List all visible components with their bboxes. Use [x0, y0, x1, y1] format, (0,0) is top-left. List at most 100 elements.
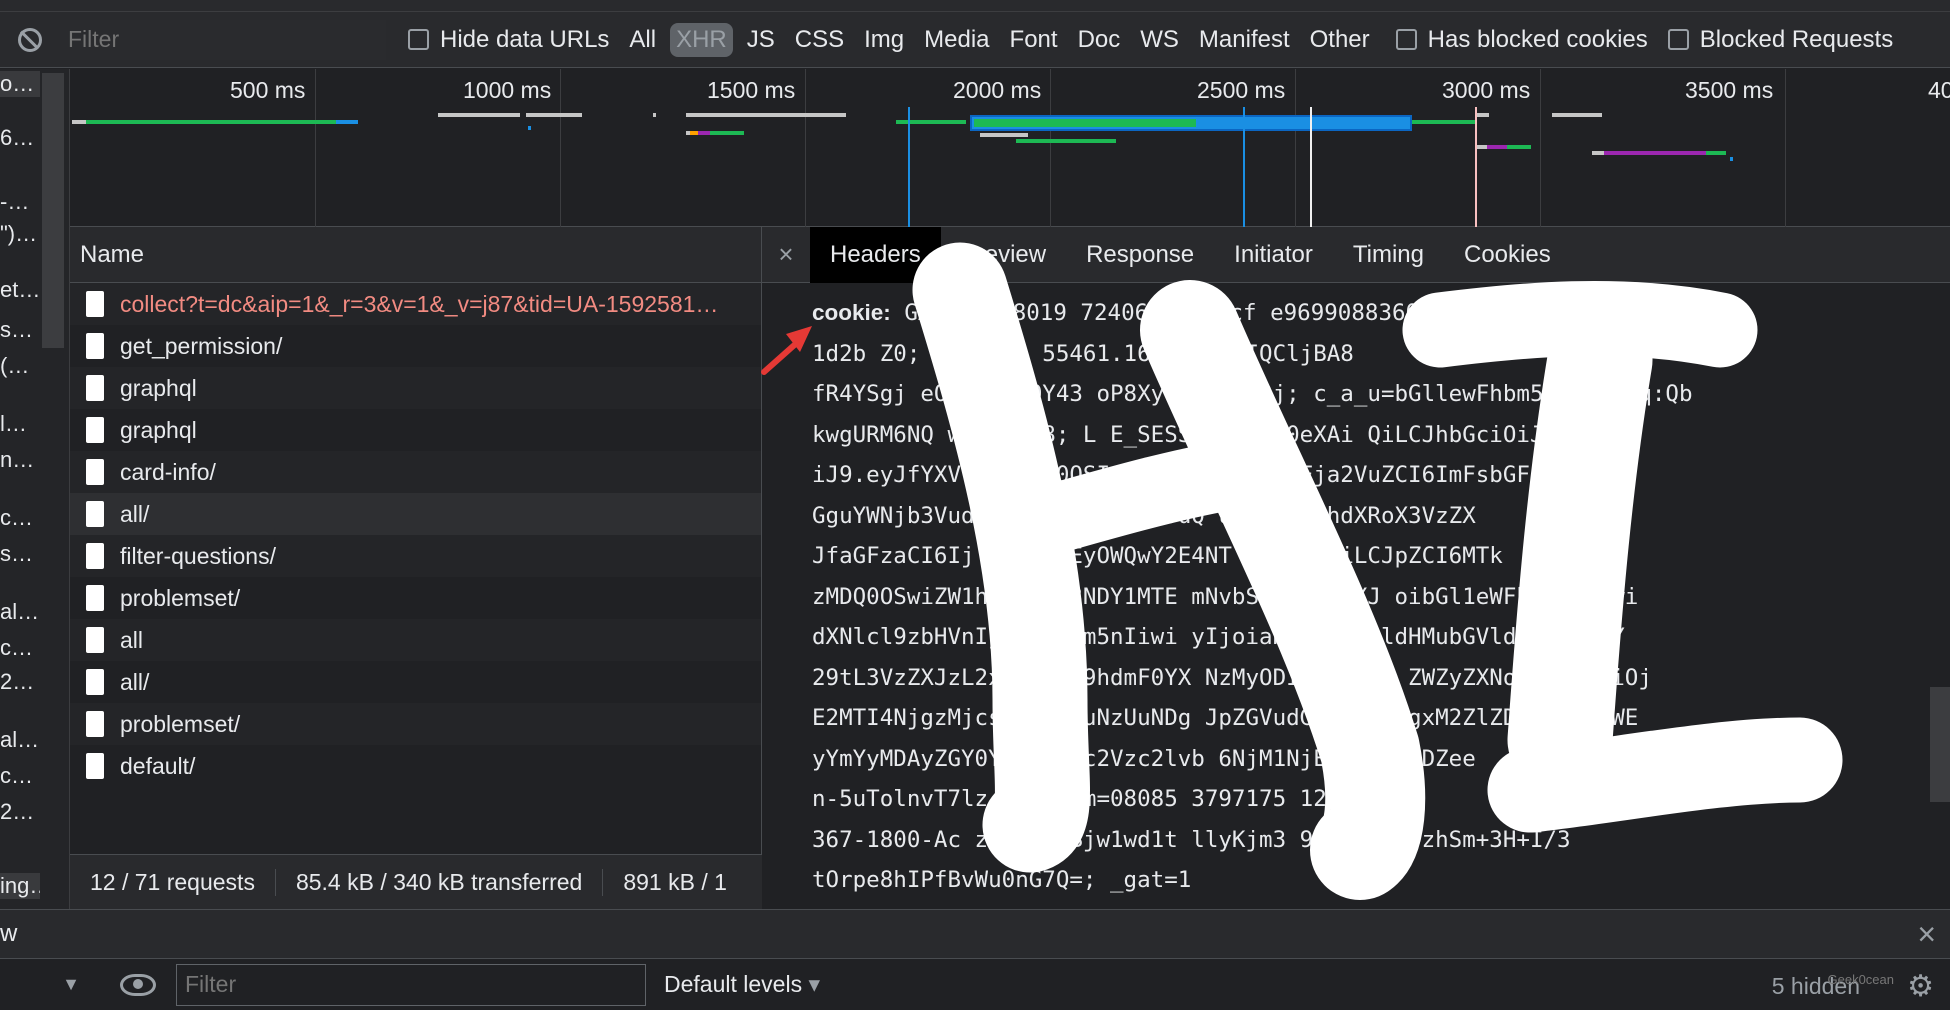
close-icon[interactable]: ×	[762, 239, 810, 270]
left-pane-row[interactable]: c…	[0, 635, 40, 661]
request-list: Name collect?t=dc&aip=1&_r=3&v=1&_v=j87&…	[70, 227, 762, 909]
checkbox-icon[interactable]	[1667, 29, 1689, 50]
file-icon	[86, 711, 104, 737]
timeline-bar	[1706, 151, 1726, 155]
checkbox-icon[interactable]	[1395, 29, 1417, 50]
request-row[interactable]: graphql	[70, 367, 761, 409]
request-row[interactable]: card-info/	[70, 451, 761, 493]
transferred-size: 85.4 kB / 340 kB transferred	[276, 868, 604, 896]
left-pane-row[interactable]: o…	[0, 71, 40, 97]
checkbox-icon[interactable]	[408, 29, 429, 50]
tab-cookies[interactable]: Cookies	[1444, 227, 1571, 283]
timeline-bar	[528, 126, 531, 130]
left-pane-row[interactable]: al…	[0, 599, 40, 625]
tab-preview[interactable]: Preview	[941, 227, 1066, 283]
left-pane-row[interactable]: -…	[0, 189, 40, 215]
network-filter-bar: Hide data URLs All XHR JS CSS Img Media …	[0, 12, 1950, 68]
left-pane-row[interactable]: 2…	[0, 669, 40, 695]
hide-data-urls-checkbox[interactable]: Hide data URLs	[408, 26, 609, 54]
cookie-value-line: iJ9.eyJfYXV VyX2l 0OSIsIl9hdXRoX3Vz Fja2…	[812, 462, 1558, 488]
type-filter-js[interactable]: JS	[747, 26, 775, 54]
console-filter-input[interactable]	[176, 963, 646, 1006]
left-pane-row[interactable]: s…	[0, 317, 40, 343]
left-pane-row[interactable]: (…	[0, 353, 40, 379]
request-row[interactable]: default/	[70, 745, 761, 787]
type-filter-other[interactable]: Other	[1310, 26, 1370, 54]
cookie-value-line: JfaGFzaCI6Ij dlZ NTEyOWQwY2E4NT NGYwZjIi…	[812, 543, 1503, 569]
gear-icon[interactable]: ⚙	[1907, 969, 1934, 1004]
left-pane-row[interactable]: c…	[0, 763, 40, 789]
request-row[interactable]: graphql	[70, 409, 761, 451]
filter-input[interactable]	[60, 19, 386, 60]
file-icon	[86, 753, 104, 779]
timeline-bar	[1730, 157, 1733, 161]
cookie-value-line: n-5uTolnvT7lz __cf_bm=08085 3797175 1296…	[812, 786, 1368, 812]
tab-response[interactable]: Response	[1066, 227, 1214, 283]
timeline-gridline	[1050, 69, 1051, 227]
type-filter-font[interactable]: Font	[1010, 26, 1058, 54]
file-icon	[86, 375, 104, 401]
left-pane-row[interactable]: 2…	[0, 799, 40, 825]
has-blocked-cookies-checkbox[interactable]: Has blocked cookies	[1395, 26, 1648, 54]
request-row[interactable]: filter-questions/	[70, 535, 761, 577]
left-pane-row[interactable]: et…	[0, 277, 40, 303]
log-levels-dropdown[interactable]: Default levels	[664, 971, 820, 998]
close-drawer-icon[interactable]: ×	[1917, 916, 1936, 953]
type-filter-css[interactable]: CSS	[795, 26, 844, 54]
left-pane-row[interactable]: s…	[0, 541, 40, 567]
timeline-marker	[1310, 107, 1312, 227]
timeline-domcontentloaded-marker	[908, 107, 910, 227]
left-pane-row[interactable]: n…	[0, 447, 40, 473]
timeline-bar	[710, 131, 744, 135]
request-row[interactable]: get_permission/	[70, 325, 761, 367]
timeline-bar	[974, 119, 1196, 127]
type-filter-all[interactable]: All	[629, 26, 656, 54]
left-pane-row[interactable]: ")…	[0, 221, 40, 247]
file-icon	[86, 669, 104, 695]
left-pane-row[interactable]: 6…	[0, 125, 40, 151]
left-pane-scrollbar[interactable]	[42, 73, 64, 348]
request-row[interactable]: problemset/	[70, 577, 761, 619]
request-row[interactable]: collect?t=dc&aip=1&_r=3&v=1&_v=j87&tid=U…	[70, 283, 761, 325]
timeline-bar	[1604, 151, 1706, 155]
cookie-value-line: 367-1800-Ac zqFAeWqBjw1wd1t llyKjm3 99yp…	[812, 826, 1571, 853]
eye-icon[interactable]	[120, 973, 156, 996]
context-selector-chevron-icon[interactable]: ▼	[0, 974, 90, 995]
type-filter-manifest[interactable]: Manifest	[1199, 26, 1290, 54]
timeline-gridline	[1785, 69, 1786, 227]
name-column-header[interactable]: Name	[70, 227, 761, 283]
tab-headers[interactable]: Headers	[810, 227, 941, 283]
cookie-header-name: cookie:	[812, 300, 891, 325]
cookie-value-line: 1d2b Z0; _gid=GA 55461.1612 mWKMIQCljBA8	[812, 340, 1354, 367]
request-row[interactable]: all/	[70, 661, 761, 703]
type-filter-img[interactable]: Img	[864, 26, 904, 54]
resources-size: 891 kB / 1	[623, 868, 727, 895]
left-pane-row[interactable]: ing…	[0, 873, 40, 899]
timeline-tick-label: 2000 ms	[953, 77, 1042, 103]
type-filter-doc[interactable]: Doc	[1078, 26, 1121, 54]
left-pane-row[interactable]: l…	[0, 411, 40, 437]
request-row[interactable]: problemset/	[70, 703, 761, 745]
tab-timing[interactable]: Timing	[1333, 227, 1444, 283]
drawer-tab-label[interactable]: w	[0, 920, 17, 948]
type-filter-xhr[interactable]: XHR	[670, 22, 733, 57]
cookie-value-line: tOrpe8hIPfBvWu0nG7Q=; _gat=1	[812, 867, 1192, 893]
tab-initiator[interactable]: Initiator	[1214, 227, 1333, 283]
file-icon	[86, 459, 104, 485]
request-row[interactable]: all	[70, 619, 761, 661]
details-scrollbar[interactable]	[1930, 687, 1950, 802]
network-timeline-overview[interactable]: 500 ms 1000 ms 1500 ms 2000 ms 2500 ms 3…	[70, 69, 1950, 227]
type-filter-ws[interactable]: WS	[1140, 26, 1179, 54]
timeline-tick-label: 40	[1928, 77, 1950, 103]
timeline-tick-label: 1000 ms	[463, 77, 552, 103]
left-pane-row[interactable]: c…	[0, 505, 40, 531]
timeline-bar	[1592, 151, 1604, 155]
timeline-bar	[1552, 113, 1602, 117]
clear-icon[interactable]	[0, 12, 60, 68]
request-row[interactable]: all/	[70, 493, 761, 535]
type-filter-media[interactable]: Media	[924, 26, 989, 54]
request-details-panel: × Headers Preview Response Initiator Tim…	[762, 227, 1950, 909]
left-pane-row[interactable]: al…	[0, 727, 40, 753]
blocked-requests-checkbox[interactable]: Blocked Requests	[1667, 26, 1893, 54]
timeline-bar	[1016, 139, 1116, 143]
